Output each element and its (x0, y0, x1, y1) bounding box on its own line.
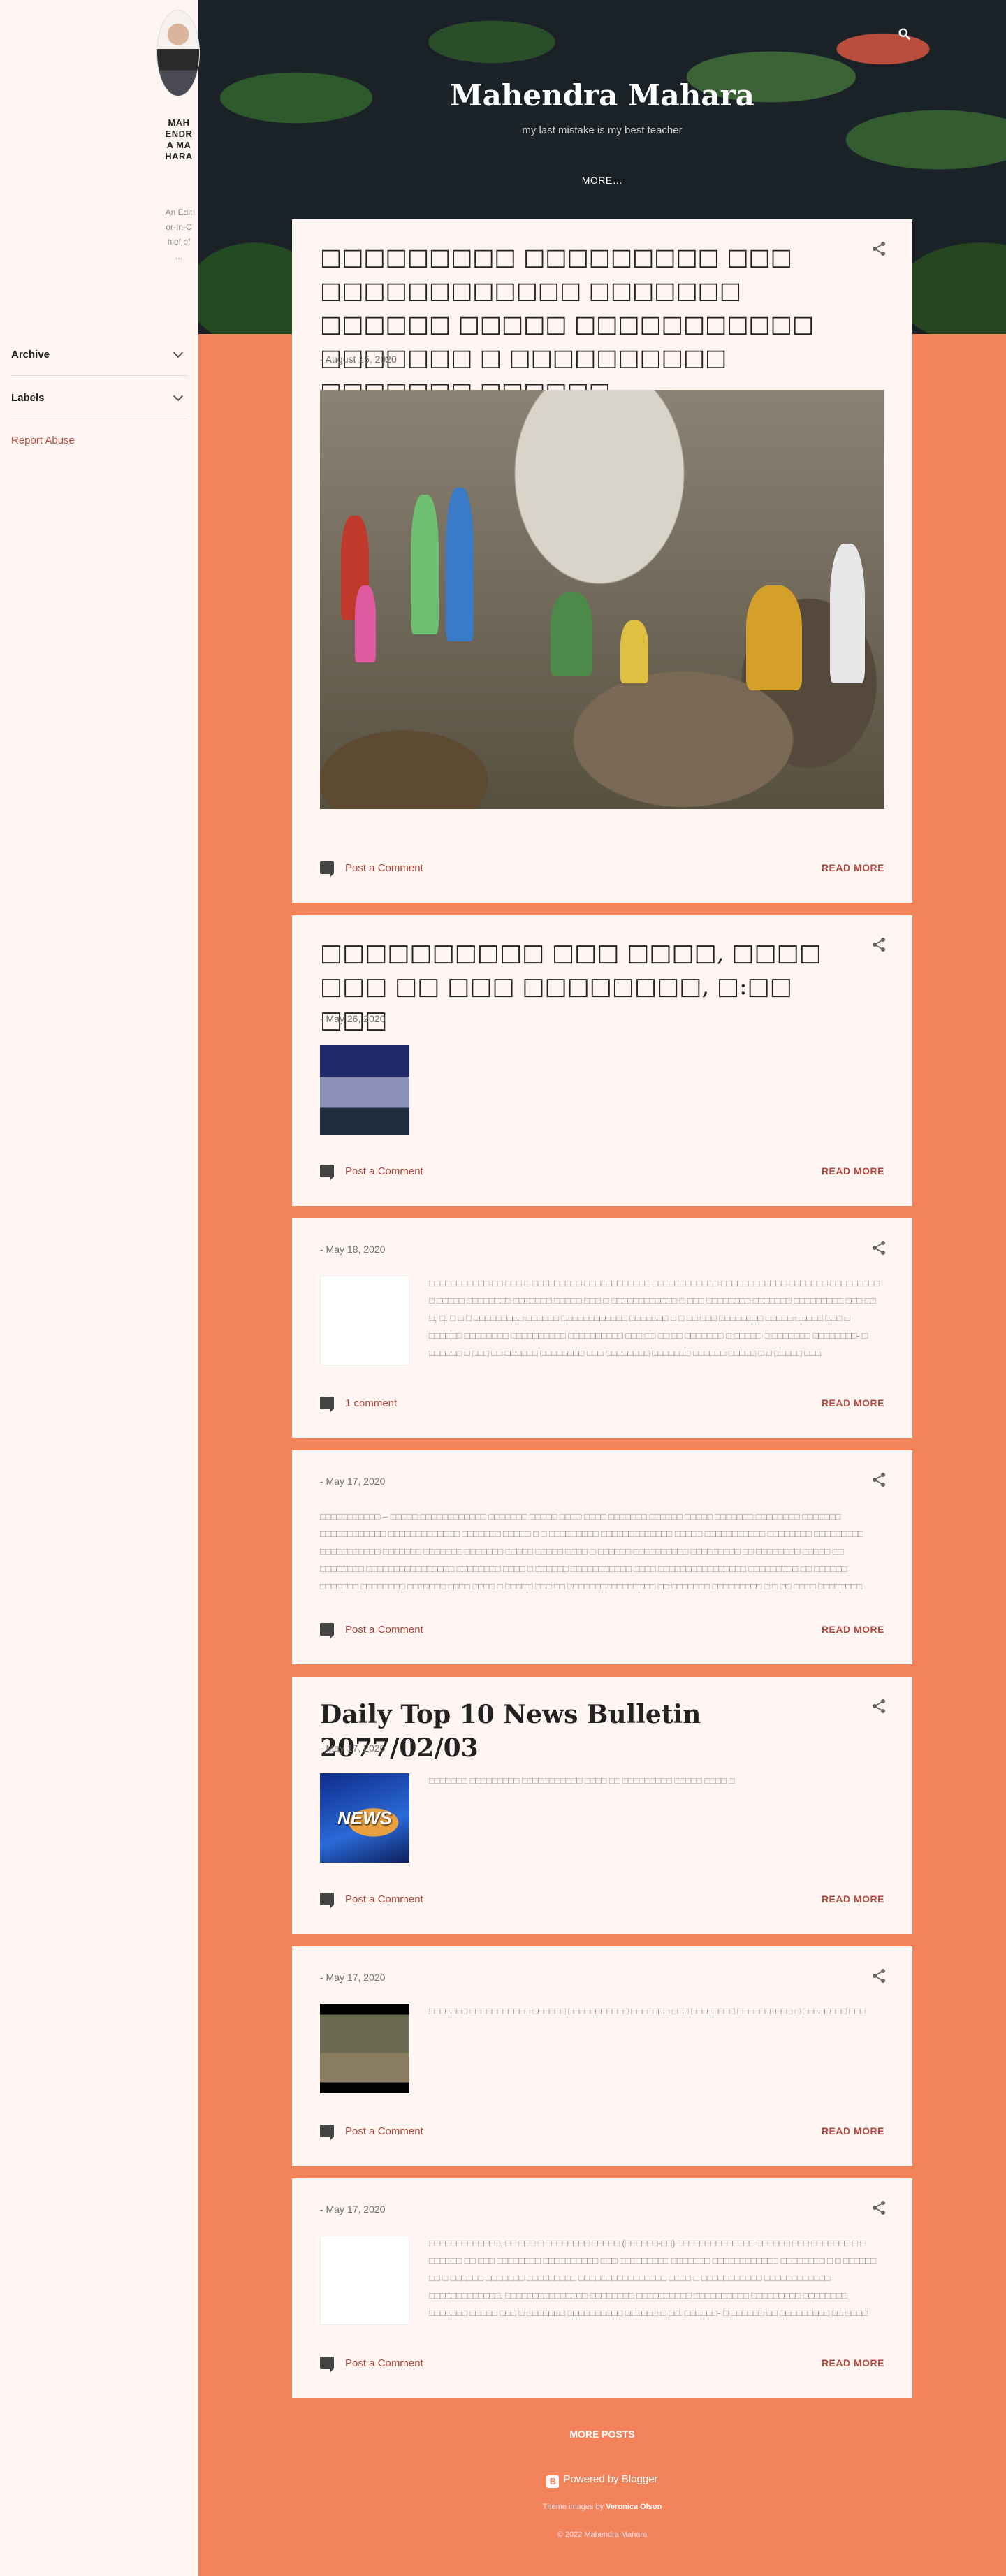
post-thumbnail[interactable] (320, 2236, 409, 2325)
labels-section[interactable]: Labels (11, 377, 187, 419)
post-date[interactable]: - May 18, 2020 (320, 1244, 385, 1255)
archive-label: Archive (11, 349, 50, 361)
post-title[interactable]: □□□□□□□□□□ □□□ □□□□, □□□□ □□□ □□ □□□ □□□… (320, 936, 851, 1037)
comment-icon[interactable] (320, 861, 334, 878)
share-icon[interactable] (870, 1967, 887, 1984)
post-date[interactable]: - May 17, 2020 (320, 2204, 385, 2215)
comment-icon[interactable] (320, 2357, 334, 2373)
report-abuse-link[interactable]: Report Abuse (11, 435, 75, 446)
chevron-down-icon (173, 347, 184, 358)
read-more-link[interactable]: READ MORE (822, 862, 884, 873)
post-thumbnail[interactable] (320, 2004, 409, 2093)
share-icon[interactable] (870, 240, 887, 257)
powered-by[interactable]: B Powered by Blogger (198, 2473, 1006, 2488)
theme-credit-prefix: Theme images by (542, 2503, 604, 2511)
profile-name[interactable]: MAHENDRA MAHARA (165, 117, 193, 162)
share-icon[interactable] (870, 1239, 887, 1256)
archive-section[interactable]: Archive (11, 334, 187, 376)
profile-description: An Editor-In-Chief of ... (165, 208, 193, 261)
comment-icon[interactable] (320, 1623, 334, 1639)
read-more-link[interactable]: READ MORE (822, 1893, 884, 1905)
post-footer: Post a Comment READ MORE (320, 1892, 884, 1909)
post-card: Daily Top 10 News Bulletin 2077/02/03 - … (292, 1677, 912, 1934)
share-icon[interactable] (870, 936, 887, 953)
post-date[interactable]: - May 17, 2020 (320, 1742, 385, 1754)
post-card: □□□□□□□□□ □□□□□□□□□ □□□ □□□□□□□□□□□□ □□□… (292, 219, 912, 903)
post-footer: Post a Comment READ MORE (320, 2356, 884, 2373)
post-snippet: □□□□□□□□□□□ – □□□□□ □□□□□□□□□□□□ □□□□□□□… (320, 1511, 863, 1592)
post-footer: Post a Comment READ MORE (320, 2124, 884, 2141)
post-title[interactable]: □□□□□□□□□ □□□□□□□□□ □□□ □□□□□□□□□□□□ □□□… (320, 240, 851, 408)
post-snippet: □□□□□□□ □□□□□□□□□ □□□□□□□□□□□ □□□□ □□ □□… (429, 1775, 735, 1786)
post-snippet: □□□□□□□ □□□□□□□□□□□ □□□□□□ □□□□□□□□□□□ □… (429, 2006, 866, 2016)
theme-credit: Theme images by Veronica Olson (198, 2503, 1006, 2511)
read-more-link[interactable]: READ MORE (822, 2357, 884, 2368)
blogger-icon: B (546, 2475, 560, 2488)
post-date[interactable]: - May 17, 2020 (320, 1476, 385, 1487)
comment-link[interactable]: Post a Comment (345, 1165, 423, 1177)
read-more-link[interactable]: READ MORE (822, 1165, 884, 1177)
post-thumbnail[interactable] (320, 1045, 409, 1135)
post-snippet: □□□□□□□□□□□□□, □□ □□□ □ □□□□□□□□ □□□□□ (… (429, 2238, 877, 2318)
comment-link[interactable]: Post a Comment (345, 1893, 423, 1905)
blog-description: my last mistake is my best teacher (522, 124, 683, 136)
read-more-link[interactable]: READ MORE (822, 1624, 884, 1635)
more-posts-button[interactable]: MORE POSTS (198, 2429, 1006, 2440)
read-more-link[interactable]: READ MORE (822, 1397, 884, 1409)
post-footer: Post a Comment READ MORE (320, 1164, 884, 1181)
post-footer: 1 comment READ MORE (320, 1396, 884, 1413)
post-date[interactable]: - August 15, 2020 (320, 354, 397, 365)
post-card: - May 18, 2020 □□□□□□□□□□□.□□ □□□ □ □□□□… (292, 1218, 912, 1438)
share-icon[interactable] (870, 1471, 887, 1488)
comment-link[interactable]: 1 comment (345, 1397, 397, 1409)
post-footer: Post a Comment READ MORE (320, 1622, 884, 1639)
copyright: © 2022 Mahendra Mahara (557, 2531, 648, 2539)
share-icon[interactable] (870, 1698, 887, 1715)
comment-link[interactable]: Post a Comment (345, 2125, 423, 2137)
news-logo-text: NEWS (337, 1807, 392, 1828)
post-card: □□□□□□□□□□ □□□ □□□□, □□□□ □□□ □□ □□□ □□□… (292, 915, 912, 1206)
post-footer: Post a Comment READ MORE (320, 861, 884, 878)
search-icon[interactable] (897, 27, 912, 42)
comment-link[interactable]: Post a Comment (345, 2357, 423, 2369)
post-card: - May 17, 2020 □□□□□□□ □□□□□□□□□□□ □□□□□… (292, 1946, 912, 2166)
post-card: - May 17, 2020 □□□□□□□□□□□ – □□□□□ □□□□□… (292, 1450, 912, 1664)
post-title[interactable]: Daily Top 10 News Bulletin 2077/02/03 (320, 1698, 851, 1765)
post-date[interactable]: - May 26, 2020 (320, 1013, 385, 1024)
comment-icon[interactable] (320, 1397, 334, 1413)
labels-label: Labels (11, 392, 45, 404)
comment-link[interactable]: Post a Comment (345, 1624, 423, 1636)
comment-icon[interactable] (320, 2125, 334, 2141)
post-thumbnail[interactable] (320, 1276, 409, 1365)
share-icon[interactable] (870, 2199, 887, 2216)
theme-author-link[interactable]: Veronica Olson (606, 2503, 662, 2511)
post-image[interactable] (320, 390, 884, 809)
avatar[interactable] (156, 10, 200, 96)
read-more-link[interactable]: READ MORE (822, 2125, 884, 2137)
post-thumbnail[interactable]: NEWS (320, 1773, 409, 1863)
post-snippet: □□□□□□□□□□□.□□ □□□ □ □□□□□□□□□ □□□□□□□□□… (429, 1278, 880, 1358)
comment-icon[interactable] (320, 1893, 334, 1909)
post-card: - May 17, 2020 □□□□□□□□□□□□□, □□ □□□ □ □… (292, 2178, 912, 2398)
more-pages-link[interactable]: MORE… (198, 175, 1006, 186)
powered-by-label: Powered by Blogger (563, 2473, 658, 2485)
post-date[interactable]: - May 17, 2020 (320, 1972, 385, 1983)
comment-icon[interactable] (320, 1165, 334, 1181)
sidebar: MAHENDRA MAHARA An Editor-In-Chief of ..… (0, 0, 200, 2576)
chevron-down-icon (173, 391, 184, 402)
comment-link[interactable]: Post a Comment (345, 862, 423, 874)
blog-title[interactable]: Mahendra Mahara (198, 78, 1006, 112)
